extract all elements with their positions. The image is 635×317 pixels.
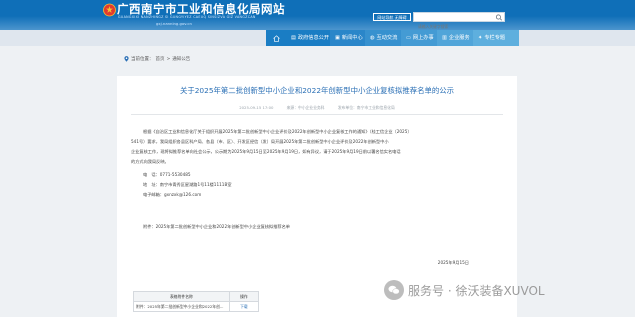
watermark: 服务号 · 徐沃装备XUVOL	[384, 280, 545, 300]
attachment-table: 表格附件名称 操作 附件：2025年第二批创新型中小企业和2022年创... 下…	[133, 291, 260, 312]
table-header-name: 表格附件名称	[133, 291, 230, 302]
header-mountain-decoration	[0, 16, 635, 30]
nav-item-interaction[interactable]: ◍ 互动交流	[365, 30, 403, 46]
contact-address: 地 址：南宁市青秀区星湖路1号11楼1111B室	[143, 182, 232, 187]
breadcrumb-label: 当前位置：	[131, 57, 154, 62]
location-pin-icon	[124, 56, 129, 62]
breadcrumb-separator: >	[166, 56, 171, 62]
article-unit: 发布单位：南宁市工业和信息化局	[337, 105, 395, 110]
monitor-icon: ▭	[406, 35, 411, 41]
nav-item-special[interactable]: ✦ 专栏专题	[473, 30, 519, 46]
body-paragraph-line: 的方式向我局反映。	[131, 159, 169, 164]
building-icon: ▥	[442, 35, 447, 41]
table-header-action: 操作	[228, 291, 260, 302]
table-row: 附件：2025年第二批创新型中小企业和2022年创... 下载	[133, 301, 260, 312]
attachment-text: 附件：2025年第二批创新型中小企业和2022年创新型中小企业复核拟推荐名单	[143, 224, 290, 229]
nav-item-gov-info[interactable]: ▤ 政府信息公开	[286, 30, 335, 46]
wechat-service-icon	[384, 280, 404, 300]
emblem-icon	[103, 3, 116, 17]
contact-phone: 电 话：0771-5530485	[143, 172, 191, 177]
article-source: 来源：中小企业业务科	[286, 105, 325, 110]
nav-item-news[interactable]: ▣ 新闻中心	[330, 30, 368, 46]
body-paragraph-line: 541号）要求，我局组织各县区科产局、各县（市、区）、开发区经信（发）局开展20…	[131, 139, 389, 144]
site-subtitle: GUANGXIXI NANZHINGZ SI GUNGYIYEZ CAEUQ S…	[118, 15, 256, 19]
search-input[interactable]	[414, 22, 494, 30]
body-paragraph-line: 根据《自治区工业和信息化厅关于组织开展2025年第二批创新型中小企业评价及202…	[143, 129, 412, 134]
nav-item-online-service[interactable]: ▭ 网上办事	[401, 30, 439, 46]
news-icon: ▣	[335, 35, 340, 41]
breadcrumb: 当前位置： 首页 > 通知公告	[124, 56, 190, 62]
title-divider	[131, 114, 503, 115]
search-box	[413, 12, 505, 30]
attachment-name-cell[interactable]: 附件：2025年第二批创新型中小企业和2022年创...	[133, 301, 230, 312]
article-title: 关于2025年第二批创新型中小企业和2022年创新型中小企业复核拟推荐名单的公示	[179, 86, 455, 95]
body-paragraph-line: 企业复核工作，现将拟推荐名单向社会公示，公示期为2025年9月15日至2025年…	[131, 149, 401, 154]
search-icon[interactable]	[495, 14, 503, 21]
download-link[interactable]: 下载	[228, 301, 260, 312]
site-domain: gxj.nanning.gov.cn	[156, 21, 192, 26]
site-header: 广西南宁市工业和信息化局网站 GUANGXIXI NANZHINGZ SI GU…	[0, 0, 635, 30]
sign-date: 2025年9月15日	[437, 260, 469, 265]
nav-item-home[interactable]	[266, 30, 286, 46]
accessibility-button[interactable]: 网站导航 无障碍	[373, 13, 411, 21]
contact-email: 电子邮箱：gxnzxk@126.com	[143, 192, 202, 197]
doc-icon: ▤	[291, 35, 296, 41]
main-nav: ▤ 政府信息公开 ▣ 新闻中心 ◍ 互动交流 ▭ 网上办事 ▥ 企业服务 ✦ 专栏专题	[0, 30, 635, 46]
home-icon	[272, 34, 280, 42]
nav-item-enterprise[interactable]: ▥ 企业服务	[437, 30, 475, 46]
breadcrumb-home[interactable]: 首页	[156, 56, 165, 62]
article-meta: 2025-09-15 17:00 来源：中小企业业务科 发布单位：南宁市工业和信…	[117, 105, 517, 111]
article-date: 2025-09-15 17:00	[239, 105, 274, 110]
watermark-text: 服务号 · 徐沃装备XUVOL	[408, 283, 545, 298]
star-icon: ✦	[478, 35, 483, 41]
breadcrumb-current[interactable]: 通知公告	[172, 56, 190, 62]
chat-icon: ◍	[370, 35, 375, 41]
table-header-row: 表格附件名称 操作	[133, 291, 260, 302]
